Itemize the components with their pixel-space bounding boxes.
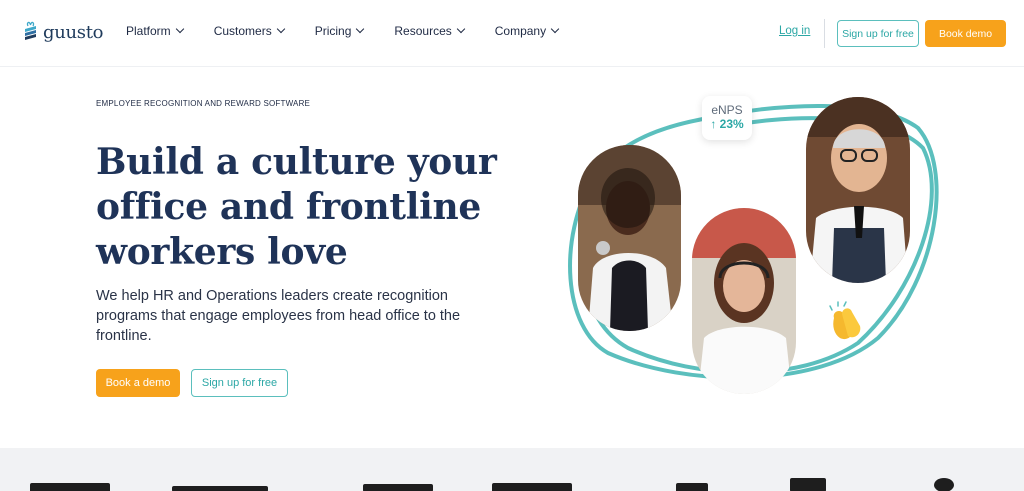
client-logo <box>30 483 110 491</box>
enps-badge: eNPS ↑ 23% <box>702 96 752 140</box>
client-logo <box>790 478 826 491</box>
enps-value: ↑ 23% <box>710 117 744 131</box>
portrait-call-agent <box>692 208 796 394</box>
client-logo <box>363 484 433 491</box>
hero-eyebrow: EMPLOYEE RECOGNITION AND REWARD SOFTWARE <box>96 99 311 108</box>
login-link[interactable]: Log in <box>779 25 810 37</box>
hero-signup-button[interactable]: Sign up for free <box>191 369 288 397</box>
client-logo <box>492 483 572 491</box>
nav-item-pricing[interactable]: Pricing <box>314 24 365 38</box>
nav-item-label: Pricing <box>314 24 352 38</box>
chevron-down-icon <box>276 24 285 34</box>
top-navigation: guusto Platform Customers Pricing Resour… <box>0 0 1024 67</box>
nav-item-label: Company <box>494 24 547 38</box>
hero-book-demo-button[interactable]: Book a demo <box>96 369 180 397</box>
chevron-down-icon <box>356 24 365 34</box>
nav-item-platform[interactable]: Platform <box>126 24 184 38</box>
clapping-hands-icon <box>829 301 861 340</box>
nav-book-demo-button[interactable]: Book demo <box>925 20 1006 47</box>
hero-subtext: We help HR and Operations leaders create… <box>96 288 461 344</box>
portrait-doctor <box>578 145 681 331</box>
enps-label: eNPS <box>711 103 743 117</box>
nav-item-company[interactable]: Company <box>494 24 560 38</box>
client-logo <box>172 486 268 491</box>
nav-item-label: Customers <box>213 24 272 38</box>
nav-item-label: Resources <box>394 24 452 38</box>
nav-item-customers[interactable]: Customers <box>213 24 285 38</box>
main-menu: Platform Customers Pricing Resources Com… <box>126 24 589 38</box>
chevron-down-icon <box>456 24 465 34</box>
chevron-down-icon <box>550 24 560 34</box>
gift-logo-icon <box>25 21 36 40</box>
nav-divider <box>824 19 825 48</box>
brand-name: guusto <box>43 21 104 43</box>
client-logo <box>934 478 954 491</box>
nav-item-resources[interactable]: Resources <box>394 24 465 38</box>
brand-logo[interactable]: guusto <box>22 20 104 44</box>
client-logo <box>676 483 708 491</box>
nav-signup-button[interactable]: Sign up for free <box>837 20 919 47</box>
portrait-chef <box>806 97 910 283</box>
hero-headline: Build a culture your office and frontlin… <box>96 141 497 273</box>
nav-item-label: Platform <box>126 24 171 38</box>
chevron-down-icon <box>175 24 184 34</box>
